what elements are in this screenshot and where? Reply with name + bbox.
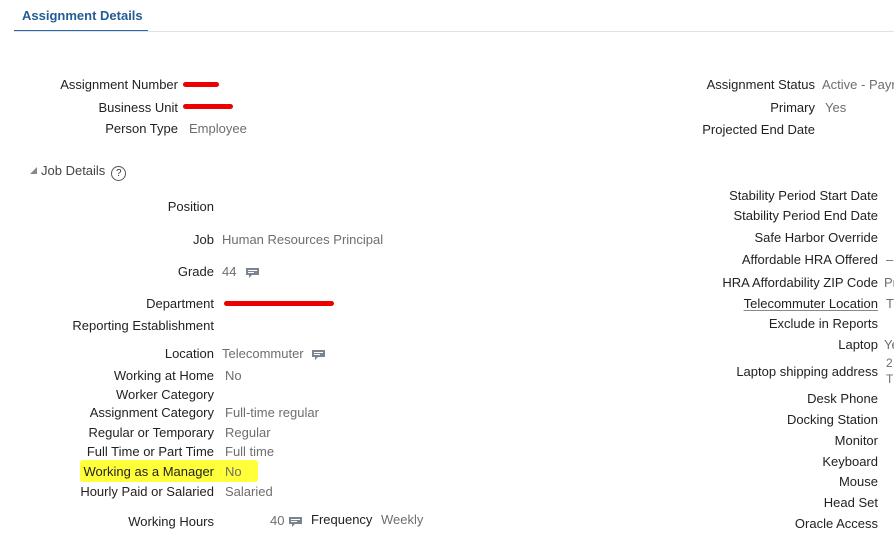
laptop-value: Ye <box>884 337 894 352</box>
department-label: Department <box>146 296 214 311</box>
primary-value: Yes <box>825 100 847 115</box>
full-part-time-value: Full time <box>225 444 275 459</box>
position-label: Position <box>167 199 214 214</box>
hra-zip-label: HRA Affordability ZIP Code <box>722 275 878 290</box>
working-at-home-label: Working at Home <box>113 368 214 383</box>
business-unit-label: Business Unit <box>98 100 178 115</box>
frequency-label: Frequency <box>311 512 373 527</box>
tab-assignment-details[interactable]: Assignment Details <box>14 0 148 32</box>
frequency-value: Weekly <box>381 512 424 527</box>
assignment-number-label: Assignment Number <box>60 77 178 92</box>
stability-start-label: Stability Period Start Date <box>729 188 878 203</box>
hourly-salaried-value: Salaried <box>225 484 273 499</box>
job-value: Human Resources Principal <box>222 232 384 247</box>
hourly-salaried-label: Hourly Paid or Salaried <box>80 484 214 499</box>
tab-label: Assignment Details <box>22 8 143 23</box>
telecommuter-location-value: T <box>886 296 894 311</box>
head-set-label: Head Set <box>823 495 878 510</box>
exclude-reports-label: Exclude in Reports <box>768 316 878 331</box>
grade-label: Grade <box>177 264 214 279</box>
working-as-manager-value: No <box>225 464 242 479</box>
regular-temporary-value: Regular <box>225 425 271 440</box>
business-unit-redaction <box>183 104 233 109</box>
monitor-label: Monitor <box>834 433 878 448</box>
projected-end-date-label: Projected End Date <box>702 122 815 137</box>
worker-category-label: Worker Category <box>115 387 214 402</box>
grade-value: 44 <box>222 264 237 279</box>
tab-divider <box>14 31 894 32</box>
laptop-shipping-value-line2: T <box>886 372 894 386</box>
keyboard-label: Keyboard <box>822 454 878 469</box>
collapse-triangle-icon[interactable] <box>30 167 37 174</box>
mouse-label: Mouse <box>838 474 878 489</box>
assignment-status-label: Assignment Status <box>706 77 815 92</box>
hra-zip-value: Pr <box>884 275 894 290</box>
working-hours-label: Working Hours <box>128 514 214 529</box>
help-icon[interactable]: ? <box>111 166 127 181</box>
job-details-title: Job Details <box>41 163 106 178</box>
regular-temporary-label: Regular or Temporary <box>88 425 214 440</box>
job-details-section-header[interactable]: Job Details? <box>30 163 127 181</box>
laptop-shipping-value-line1: 2 <box>886 356 893 370</box>
laptop-label: Laptop <box>838 337 878 352</box>
working-at-home-value: No <box>225 368 242 383</box>
full-part-time-label: Full Time or Part Time <box>86 444 214 459</box>
assignment-category-value: Full-time regular <box>225 405 319 420</box>
note-icon[interactable] <box>289 517 302 527</box>
affordable-hra-value: – <box>886 252 894 267</box>
primary-label: Primary <box>770 100 815 115</box>
telecommuter-location-label[interactable]: Telecommuter Location <box>744 296 878 311</box>
note-icon[interactable] <box>246 268 259 278</box>
person-type-label: Person Type <box>105 121 178 136</box>
location-value: Telecommuter <box>222 346 304 361</box>
reporting-establishment-label: Reporting Establishment <box>72 318 214 333</box>
department-redaction <box>224 301 334 306</box>
docking-station-label: Docking Station <box>786 412 878 427</box>
person-type-value: Employee <box>189 121 247 136</box>
assignment-number-redaction <box>183 82 219 87</box>
affordable-hra-label: Affordable HRA Offered <box>741 252 878 267</box>
assignment-status-value: Active - Payr <box>822 77 894 92</box>
note-icon[interactable] <box>312 350 325 360</box>
stability-end-label: Stability Period End Date <box>733 208 878 223</box>
laptop-shipping-label: Laptop shipping address <box>736 364 878 379</box>
working-hours-value: 40 <box>270 513 285 528</box>
safe-harbor-label: Safe Harbor Override <box>754 230 878 245</box>
assignment-category-label: Assignment Category <box>89 405 214 420</box>
desk-phone-label: Desk Phone <box>807 391 878 406</box>
oracle-access-label: Oracle Access <box>794 516 878 531</box>
working-as-manager-label: Working as a Manager <box>83 464 214 479</box>
job-label: Job <box>193 232 214 247</box>
location-label: Location <box>164 346 214 361</box>
